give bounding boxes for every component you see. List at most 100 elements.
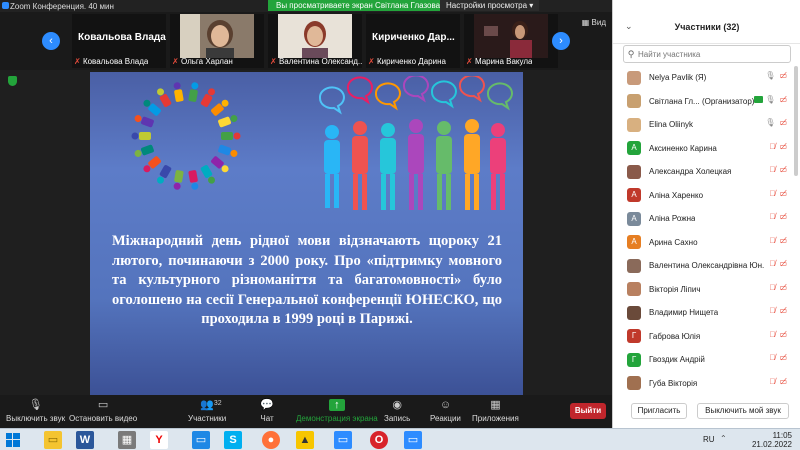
participant-status: 🎙̸ ▭̸ [769, 330, 787, 339]
app-icon[interactable]: ▭ [192, 431, 210, 449]
video-off-icon: ▭̸ [779, 259, 787, 268]
participant-name: Владимир Нищета [649, 308, 719, 318]
video-off-icon: ▭̸ [779, 235, 787, 245]
avatar: А [627, 211, 641, 226]
participant-photo [278, 14, 352, 58]
app-icon[interactable]: ▲ [296, 431, 314, 449]
record-button[interactable]: ◉ Запись [384, 399, 410, 423]
participant-row[interactable]: Світлана Гл... (Организатор) 🎙 ▭̸ [613, 90, 800, 114]
mute-button[interactable]: 🎙 Выключить звук [6, 399, 65, 423]
participant-row[interactable]: Губа Вікторія 🎙̸ ▭̸ [613, 372, 800, 396]
participant-status: 🎙 ▭̸ [751, 95, 787, 104]
participant-status: 🎙 ▭̸ [765, 71, 787, 80]
video-tile[interactable]: ✗ Марина Вакула [464, 14, 558, 68]
prev-page-button[interactable]: ‹ [42, 32, 60, 50]
next-page-button[interactable]: › [552, 32, 570, 50]
invite-button[interactable]: Пригласить [631, 403, 687, 419]
participant-search[interactable]: ⚲ [623, 45, 791, 63]
opera-icon[interactable]: O [370, 431, 388, 449]
participant-row[interactable]: Вікторія Ліпич 🎙̸ ▭̸ [613, 278, 800, 302]
apps-button[interactable]: ▦ Приложения [472, 399, 519, 423]
language-indicator[interactable]: RU [703, 435, 715, 444]
participant-name: Александра Холецкая [649, 167, 732, 177]
avatar: А [627, 141, 641, 156]
reactions-button[interactable]: ☺ Реакции [430, 399, 461, 423]
video-tile[interactable]: Кириченко Дар... ✗ Кириченко Дарина [366, 14, 460, 68]
participant-status: 🎙̸ ▭̸ [769, 189, 787, 198]
mic-muted-icon: 🎙̸ [769, 235, 776, 245]
participant-status: 🎙̸ ▭̸ [769, 259, 787, 268]
video-tile[interactable]: Ковальова Влада ✗ Ковальова Влада [72, 14, 166, 68]
chat-icon: 💬 [260, 399, 274, 411]
shared-screen-slide: Міжнародний день рідної мови відзначають… [90, 72, 523, 395]
participant-row[interactable]: А Аліна Рожна 🎙̸ ▭̸ [613, 207, 800, 231]
participant-row[interactable]: А Арина Сахно 🎙̸ ▭̸ [613, 231, 800, 255]
view-options-button[interactable]: Настройки просмотра ▾ [440, 0, 540, 11]
video-tile[interactable]: ✗ Ольга Харлан [170, 14, 264, 68]
avatar: А [627, 188, 641, 203]
video-off-icon: ▭̸ [779, 141, 787, 151]
participant-status: 🎙̸ ▭̸ [769, 165, 787, 174]
file-explorer-icon[interactable]: ▭ [44, 431, 62, 449]
security-shield-icon[interactable] [8, 76, 17, 86]
slide-text: Міжнародний день рідної мови відзначають… [112, 233, 502, 327]
panel-title: Участники (32) [674, 22, 740, 32]
participant-status: 🎙̸ ▭̸ [769, 306, 787, 315]
participant-row[interactable]: Валентина Олександрівна Юн... 🎙̸ ▭̸ [613, 254, 800, 278]
mic-muted-icon: 🎙̸ [769, 376, 776, 386]
participant-row[interactable]: А Аксиненко Карина 🎙̸ ▭̸ [613, 137, 800, 161]
mute-me-button[interactable]: Выключить мой звук [697, 403, 789, 419]
mic-muted-icon: 🎙̸ [769, 353, 776, 362]
participant-row[interactable]: Elina Oliinyk 🎙 ▭̸ [613, 113, 800, 137]
yandex-browser-icon[interactable]: Y [150, 431, 168, 449]
windows-taskbar: ▭ W ▦ Y ▭ S ● ▲ ▭ O ▭ RU ⌃ 11:05 21.02.2… [0, 428, 800, 450]
mic-muted-icon: 🎙̸ [769, 165, 776, 174]
windows-start-icon[interactable] [6, 433, 20, 447]
search-input[interactable] [638, 49, 786, 59]
participant-name: Арина Сахно [649, 237, 698, 247]
video-tile[interactable]: ✗ Валентина Олександ... [268, 14, 362, 68]
screen: Zoom Конференция. 40 мин Вы просматривае… [0, 0, 800, 450]
microphone-icon: 🎙 [765, 94, 776, 104]
participant-photo [474, 14, 548, 58]
participant-status: 🎙̸ ▭̸ [769, 212, 787, 221]
participants-panel: ⌄ Участники (32) ⚲ Nelya Pavlik (Я)🎙▭̸Св… [612, 0, 800, 428]
app-icon[interactable]: ▦ [118, 431, 136, 449]
video-off-icon: ▭̸ [779, 282, 787, 292]
avatar [627, 164, 641, 179]
video-off-icon: ▭̸ [779, 118, 787, 127]
video-camera-icon: ▭ [97, 399, 109, 411]
participant-row[interactable]: Владимир Нищета 🎙̸ ▭̸ [613, 301, 800, 325]
leave-button[interactable]: Выйти [570, 403, 606, 419]
clock[interactable]: 11:05 21.02.2022 [752, 431, 792, 449]
zoom-meeting-icon[interactable]: ▭ [404, 431, 422, 449]
chat-button[interactable]: 💬 Чат [260, 399, 274, 423]
stop-video-button[interactable]: ▭ Остановить видео [69, 399, 137, 423]
participant-row[interactable]: Nelya Pavlik (Я) 🎙 ▭̸ [613, 66, 800, 90]
participant-row[interactable]: А Аліна Харенко 🎙̸ ▭̸ [613, 184, 800, 208]
mic-muted-icon: ✗ [368, 57, 377, 66]
avatar [627, 117, 641, 132]
tray-chevron-up-icon[interactable]: ⌃ [720, 434, 727, 443]
zoom-icon[interactable]: ▭ [334, 431, 352, 449]
participant-row[interactable]: Г Гвоздик Андрій 🎙̸ ▭̸ [613, 348, 800, 372]
share-screen-button[interactable]: ↑ Демонстрация экрана [296, 399, 378, 423]
participant-status: 🎙̸ ▭̸ [769, 142, 787, 151]
microphone-icon: 🎙 [765, 71, 776, 80]
participants-icon: 👥32 [200, 399, 222, 411]
view-button[interactable]: ▦ Вид [582, 18, 606, 27]
participant-name: Світлана Гл... (Организатор) [649, 96, 755, 106]
participant-photo [180, 14, 254, 58]
video-off-icon: ▭̸ [779, 306, 787, 315]
skype-icon[interactable]: S [224, 431, 242, 449]
video-off-icon: ▭̸ [779, 94, 787, 104]
word-icon[interactable]: W [76, 431, 94, 449]
participant-row[interactable]: Г Габрова Юлія 🎙̸ ▭̸ [613, 325, 800, 349]
tile-name: ✗ Ковальова Влада [74, 57, 149, 66]
participant-status: 🎙̸ ▭̸ [769, 353, 787, 362]
firefox-icon[interactable]: ● [262, 431, 280, 449]
participant-row[interactable]: Александра Холецкая 🎙̸ ▭̸ [613, 160, 800, 184]
participants-button[interactable]: 👥32 Участники [188, 399, 226, 423]
participant-list: Nelya Pavlik (Я) 🎙 ▭̸ Світлана Гл... (Орган… [613, 66, 800, 395]
share-banner: Вы просматриваете экран Світлана Глазова [268, 0, 449, 11]
